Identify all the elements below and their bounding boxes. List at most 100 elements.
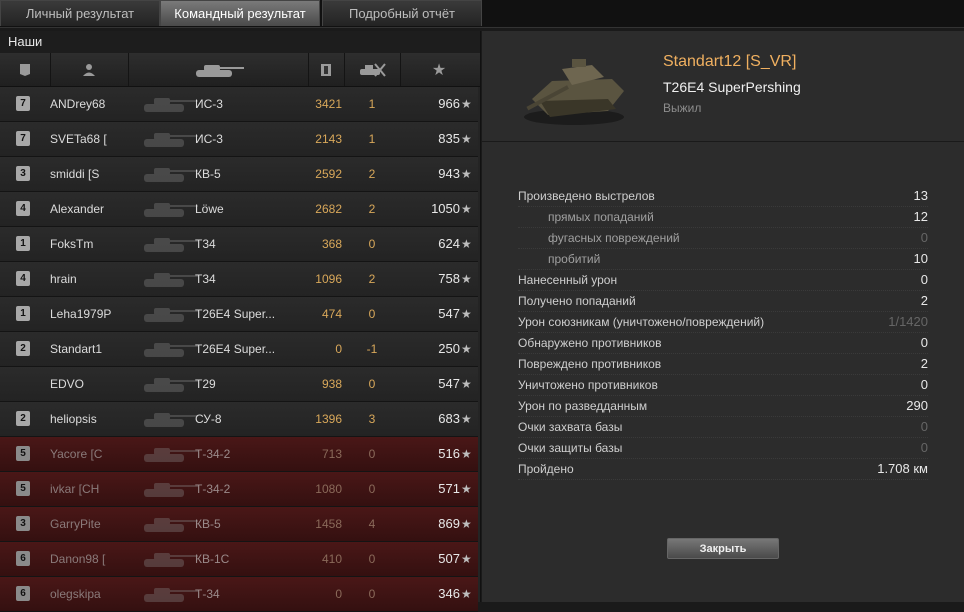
tank-thumbnail (144, 518, 198, 532)
column-xp[interactable]: ★ (400, 53, 478, 86)
column-damage[interactable] (308, 53, 345, 86)
xp-star-icon: ★ (461, 482, 472, 496)
stat-value: 2 (920, 356, 928, 371)
damage-value: 2592 (315, 167, 342, 181)
stat-label: Нанесенный урон (518, 273, 618, 287)
tank-name: T34 (195, 237, 216, 251)
detail-tank-name: T26E4 SuperPershing (663, 79, 801, 95)
tank-thumbnail (144, 273, 198, 287)
stat-row: Уничтожено противников 0 (518, 375, 928, 396)
damage-value: 0 (335, 587, 342, 601)
rank-icon (20, 63, 30, 76)
tank-name: КВ-1С (195, 552, 230, 566)
table-row[interactable]: 7 SVETa68 [ ИС-3 2143 1 835 ★ (0, 122, 478, 157)
damage-value: 0 (335, 342, 342, 356)
tank-thumbnail (144, 448, 198, 462)
xp-star-icon: ★ (461, 342, 472, 356)
tank-name: КВ-5 (195, 517, 221, 531)
damage-value: 1080 (315, 482, 342, 496)
tank-thumbnail (144, 98, 198, 112)
team-table: 7 ANDrey68 ИС-3 3421 1 966 ★ 7 SVETa68 [ … (0, 87, 478, 612)
stat-row: Повреждено противников 2 (518, 354, 928, 375)
stat-value: 1/1420 (888, 314, 928, 329)
kills-value: -1 (366, 342, 378, 356)
player-name: Standart1 (50, 342, 103, 356)
table-row[interactable]: 4 Alexander Löwe 2682 2 1050 ★ (0, 192, 478, 227)
damage-value: 3421 (315, 97, 342, 111)
player-name: olegskipa (50, 587, 101, 601)
table-row[interactable]: 1 Leha1979P T26E4 Super... 474 0 547 ★ (0, 297, 478, 332)
stat-label: Очки защиты базы (518, 441, 623, 455)
table-row[interactable]: EDVO T29 938 0 547 ★ (0, 367, 478, 402)
column-tank[interactable] (128, 53, 309, 86)
xp-star-icon: ★ (461, 167, 472, 181)
table-row[interactable]: 3 smiddi [S КВ-5 2592 2 943 ★ (0, 157, 478, 192)
tank-thumbnail (144, 483, 198, 497)
table-row[interactable]: 1 FoksTm T34 368 0 624 ★ (0, 227, 478, 262)
tank-name: T34 (195, 272, 216, 286)
damage-value: 1396 (315, 412, 342, 426)
tab-team-result[interactable]: Командный результат (160, 0, 320, 26)
tank-name: СУ-8 (195, 412, 222, 426)
table-header: ★ (0, 53, 480, 87)
tank-thumbnail (144, 133, 198, 147)
tank-name: Т-34-2 (195, 482, 231, 496)
column-player[interactable] (50, 53, 129, 86)
stat-row: прямых попаданий 12 (518, 207, 928, 228)
close-button[interactable]: Закрыть (667, 538, 779, 559)
stat-value: 1.708 км (877, 461, 928, 476)
kills-value: 0 (368, 587, 376, 601)
rank-badge: 2 (16, 341, 30, 356)
detail-player-name: Standart12 [S_VR] (663, 53, 797, 70)
tank-name: ИС-3 (195, 132, 223, 146)
stat-row: пробитий 10 (518, 249, 928, 270)
damage-value: 1096 (315, 272, 342, 286)
xp-star-icon: ★ (461, 552, 472, 566)
rank-badge: 7 (16, 131, 30, 146)
stat-value: 0 (920, 377, 928, 392)
rank-badge: 2 (16, 411, 30, 426)
tank-thumbnail (144, 553, 198, 567)
table-row[interactable]: 6 olegskipa Т-34 0 0 346 ★ (0, 577, 478, 612)
stat-value: 12 (913, 209, 928, 224)
table-row[interactable]: 6 Danon98 [ КВ-1С 410 0 507 ★ (0, 542, 478, 577)
tab-personal-result[interactable]: Личный результат (0, 0, 160, 26)
kills-value: 2 (368, 202, 376, 216)
tank-thumbnail (144, 238, 198, 252)
column-rank[interactable] (0, 53, 51, 86)
column-kills[interactable] (344, 53, 401, 86)
kills-value: 0 (368, 237, 376, 251)
stat-row: Нанесенный урон 0 (518, 270, 928, 291)
xp-value: 516 (438, 446, 460, 461)
player-icon (83, 63, 95, 76)
stat-label: Пройдено (518, 462, 574, 476)
tab-bar: Личный результат Командный результат Под… (0, 0, 964, 28)
stat-row: Урон по разведданным 290 (518, 396, 928, 417)
stat-value: 0 (920, 272, 928, 287)
table-row[interactable]: 2 heliopsis СУ-8 1396 3 683 ★ (0, 402, 478, 437)
player-name: Yacore [C (50, 447, 103, 461)
rank-badge: 1 (16, 306, 30, 321)
table-row[interactable]: 3 GarryPite КВ-5 1458 4 869 ★ (0, 507, 478, 542)
xp-value: 758 (438, 271, 460, 286)
kills-value: 0 (368, 377, 376, 391)
table-row[interactable]: 5 Yacore [C Т-34-2 713 0 516 ★ (0, 437, 478, 472)
tab-detailed-report[interactable]: Подробный отчёт (322, 0, 482, 26)
table-row[interactable]: 7 ANDrey68 ИС-3 3421 1 966 ★ (0, 87, 478, 122)
table-row[interactable]: 2 Standart1 T26E4 Super... 0 -1 250 ★ (0, 332, 478, 367)
stat-value: 10 (913, 251, 928, 266)
player-name: ANDrey68 (50, 97, 106, 111)
stat-value: 0 (920, 230, 928, 245)
stat-row: Обнаружено противников 0 (518, 333, 928, 354)
xp-value: 507 (438, 551, 460, 566)
stat-label: Получено попаданий (518, 294, 636, 308)
table-row[interactable]: 5 ivkar [CH Т-34-2 1080 0 571 ★ (0, 472, 478, 507)
xp-value: 943 (438, 166, 460, 181)
stat-value: 0 (920, 440, 928, 455)
table-row[interactable]: 4 hrain T34 1096 2 758 ★ (0, 262, 478, 297)
xp-value: 547 (438, 306, 460, 321)
player-name: hrain (50, 272, 77, 286)
stat-value: 2 (920, 293, 928, 308)
damage-value: 410 (321, 552, 342, 566)
tank-thumbnail (144, 343, 198, 357)
